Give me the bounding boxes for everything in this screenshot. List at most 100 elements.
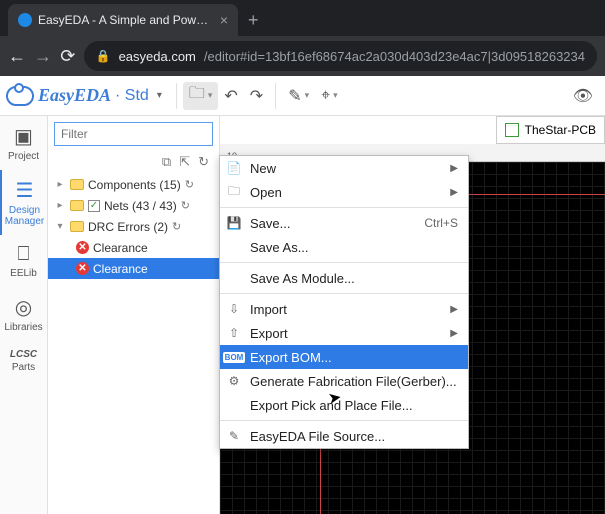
undo-button[interactable]: ↶ [218, 82, 243, 110]
new-icon: 📄 [226, 160, 242, 176]
filter-row [48, 116, 219, 152]
refresh-icon[interactable]: ↻ [198, 154, 209, 170]
tree: ▸ Components (15) ↻ ▸ ✓ Nets (43 / 43) ↻… [48, 174, 219, 279]
pencil-icon: ✎ [288, 86, 301, 106]
tab-title: EasyEDA - A Simple and Powerfu [38, 13, 214, 27]
project-icon: ▣ [14, 124, 33, 149]
nav-bar: ← → ⟳ 🔒 easyeda.com/editor#id=13bf16ef68… [0, 36, 605, 76]
blank-icon [226, 239, 242, 255]
menu-item-export[interactable]: ⇧ Export ▶ [220, 321, 468, 345]
redo-icon: ↷ [250, 86, 263, 106]
checkbox-icon[interactable]: ✓ [88, 200, 100, 212]
sidebar-item-parts[interactable]: LCSC Parts [0, 341, 47, 381]
forward-button[interactable]: → [34, 46, 52, 67]
menu-item-save-as[interactable]: Save As... [220, 235, 468, 259]
cloud-icon [6, 86, 34, 106]
menu-separator [220, 293, 468, 294]
menu-item-pick-place[interactable]: Export Pick and Place File... [220, 393, 468, 417]
error-icon: ✕ [76, 241, 89, 254]
logo-edition: · Std [115, 87, 149, 105]
save-icon: 💾 [226, 215, 242, 231]
file-menu-button[interactable]: 🗀▾ [183, 82, 219, 110]
caret-down-icon: ▾ [333, 90, 338, 101]
eye-icon: 👁 [573, 86, 593, 106]
menu-item-open[interactable]: 🗀 Open ▶ [220, 180, 468, 204]
libraries-icon: ◎ [15, 295, 32, 320]
logo-dropdown-icon: ▾ [153, 90, 162, 101]
separator [176, 83, 177, 109]
folder-icon [70, 221, 84, 232]
open-icon: 🗀 [226, 184, 242, 200]
favicon [18, 13, 32, 27]
sidebar-item-design-manager[interactable]: ☰ Design Manager [0, 170, 47, 235]
menu-item-save[interactable]: 💾 Save... Ctrl+S [220, 211, 468, 235]
tree-node-nets[interactable]: ▸ ✓ Nets (43 / 43) ↻ [48, 195, 219, 216]
place-menu-button[interactable]: ⌖▾ [315, 82, 344, 110]
design-manager-panel: ⧉ ⇱ ↻ ▸ Components (15) ↻ ▸ ✓ Nets (43 /… [48, 116, 220, 514]
edit-menu-button[interactable]: ✎▾ [282, 82, 315, 110]
menu-label: Export BOM... [250, 350, 458, 365]
refresh-icon[interactable]: ↻ [172, 220, 181, 233]
menu-label: Export Pick and Place File... [250, 398, 458, 413]
sidebar-label: Parts [12, 362, 35, 373]
collapse-icon[interactable]: ⧉ [162, 154, 171, 170]
bom-icon: BOM [226, 349, 242, 365]
caret-down-icon: ▾ [208, 90, 213, 101]
tree-node-components[interactable]: ▸ Components (15) ↻ [48, 174, 219, 195]
address-bar[interactable]: 🔒 easyeda.com/editor#id=13bf16ef68674ac2… [84, 41, 597, 71]
blank-icon [226, 397, 242, 413]
tree-node-error-selected[interactable]: ✕ Clearance [48, 258, 219, 279]
tree-label: Clearance [93, 262, 148, 276]
tree-node-drc-errors[interactable]: ▾ DRC Errors (2) ↻ [48, 216, 219, 237]
refresh-icon[interactable]: ↻ [185, 178, 194, 191]
menu-item-file-source[interactable]: ✎ EasyEDA File Source... [220, 424, 468, 448]
menu-label: New [250, 161, 442, 176]
sidebar-item-eelib[interactable]: ⎕ EELib [0, 235, 47, 287]
submenu-arrow-icon: ▶ [450, 163, 458, 174]
document-tab[interactable]: TheStar-PCB [496, 116, 605, 144]
tree-collapsed-icon: ▸ [54, 200, 66, 211]
tree-node-error[interactable]: ✕ Clearance [48, 237, 219, 258]
menu-label: EasyEDA File Source... [250, 429, 458, 444]
pcb-icon [505, 123, 519, 137]
menu-separator [220, 207, 468, 208]
url-path: /editor#id=13bf16ef68674ac2a030d403d23e4… [204, 49, 585, 64]
menu-item-export-bom[interactable]: BOM Export BOM... [220, 345, 468, 369]
menu-item-save-module[interactable]: Save As Module... [220, 266, 468, 290]
submenu-arrow-icon: ▶ [450, 328, 458, 339]
folder-icon: 🗀 [189, 82, 205, 109]
tree-expanded-icon: ▾ [54, 221, 66, 232]
new-tab-button[interactable]: + [238, 4, 269, 36]
url-host: easyeda.com [119, 49, 196, 64]
app: EasyEDA · Std ▾ 🗀▾ ↶ ↷ ✎▾ ⌖▾ 👁 ▣ Project… [0, 76, 605, 514]
logo[interactable]: EasyEDA · Std ▾ [6, 85, 170, 106]
menu-label: Save As... [250, 240, 458, 255]
menu-label: Export [250, 326, 442, 341]
back-button[interactable]: ← [8, 46, 26, 67]
separator [275, 83, 276, 109]
redo-button[interactable]: ↷ [244, 82, 269, 110]
submenu-arrow-icon: ▶ [450, 187, 458, 198]
menu-separator [220, 420, 468, 421]
menu-item-import[interactable]: ⇩ Import ▶ [220, 297, 468, 321]
filter-input[interactable] [54, 122, 213, 146]
lock-icon: 🔒 [96, 49, 111, 63]
menu-label: Open [250, 185, 442, 200]
sidebar-item-project[interactable]: ▣ Project [0, 116, 47, 170]
tab-close-icon[interactable]: × [220, 12, 228, 28]
menu-label: Generate Fabrication File(Gerber)... [250, 374, 458, 389]
undo-icon: ↶ [224, 86, 237, 106]
caret-down-icon: ▾ [305, 90, 310, 101]
tree-label: DRC Errors (2) [88, 220, 168, 234]
app-toolbar: EasyEDA · Std ▾ 🗀▾ ↶ ↷ ✎▾ ⌖▾ 👁 [0, 76, 605, 116]
reload-button[interactable]: ⟳ [60, 46, 76, 67]
expand-icon[interactable]: ⇱ [179, 154, 190, 170]
pin-icon: ⌖ [321, 87, 330, 105]
refresh-icon[interactable]: ↻ [181, 199, 190, 212]
sidebar-item-libraries[interactable]: ◎ Libraries [0, 287, 47, 341]
menu-item-new[interactable]: 📄 New ▶ [220, 156, 468, 180]
menu-item-gerber[interactable]: ⚙ Generate Fabrication File(Gerber)... [220, 369, 468, 393]
tree-label: Components (15) [88, 178, 181, 192]
browser-tab[interactable]: EasyEDA - A Simple and Powerfu × [8, 4, 238, 36]
view-button[interactable]: 👁 [567, 82, 599, 110]
